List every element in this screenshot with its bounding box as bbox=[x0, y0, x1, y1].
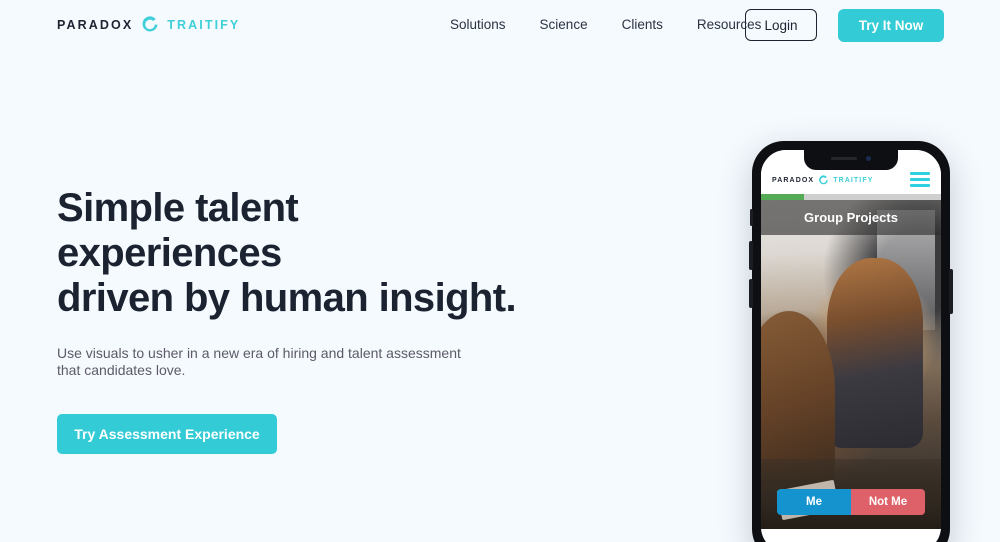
phone-brand-traitify-text: TRAITIFY bbox=[833, 177, 874, 184]
slide-title-bar: Group Projects bbox=[761, 200, 941, 235]
nav-item-solutions[interactable]: Solutions bbox=[450, 17, 506, 32]
phone-screen: PARADOX TRAITIFY Group Projects Me Not M… bbox=[761, 150, 941, 542]
try-assessment-experience-button[interactable]: Try Assessment Experience bbox=[57, 414, 277, 454]
brand-traitify-text: TRAITIFY bbox=[167, 18, 241, 32]
phone-brand-paradox-text: PARADOX bbox=[772, 177, 815, 184]
brand-logo[interactable]: PARADOX TRAITIFY bbox=[57, 14, 240, 36]
hero-section: Simple talent experiences driven by huma… bbox=[57, 186, 527, 454]
answer-buttons: Me Not Me bbox=[777, 489, 925, 515]
nav-item-science[interactable]: Science bbox=[540, 17, 588, 32]
hamburger-bar-1 bbox=[910, 172, 930, 175]
phone-brand-logo: PARADOX TRAITIFY bbox=[772, 174, 873, 187]
phone-speaker-icon bbox=[831, 156, 857, 161]
slide-photo bbox=[761, 200, 941, 529]
traitify-ring-icon-svg bbox=[142, 16, 158, 32]
try-it-now-button[interactable]: Try It Now bbox=[838, 9, 944, 42]
phone-volume-up-button bbox=[749, 241, 753, 270]
hero-title-line-2: driven by human insight. bbox=[57, 276, 517, 320]
page-title: Simple talent experiences driven by huma… bbox=[57, 186, 527, 321]
phone-silence-switch bbox=[750, 209, 753, 226]
assessment-slide: Group Projects Me Not Me bbox=[761, 200, 941, 529]
main-navigation: Solutions Science Clients Resources bbox=[450, 17, 761, 32]
slide-title: Group Projects bbox=[804, 210, 898, 225]
site-header: PARADOX TRAITIFY Solutions Science Clien… bbox=[0, 0, 1000, 52]
phone-traitify-ring-icon bbox=[814, 174, 833, 187]
nav-item-clients[interactable]: Clients bbox=[622, 17, 663, 32]
photo-person-right bbox=[827, 258, 923, 448]
hero-title-line-1: Simple talent experiences bbox=[57, 186, 299, 275]
phone-mockup: PARADOX TRAITIFY Group Projects Me Not M… bbox=[749, 141, 953, 542]
phone-notch bbox=[804, 150, 898, 170]
hamburger-bar-3 bbox=[910, 184, 930, 187]
answer-me-button[interactable]: Me bbox=[777, 489, 851, 515]
brand-paradox-text: PARADOX bbox=[57, 18, 134, 32]
login-button[interactable]: Login bbox=[745, 9, 817, 41]
answer-not-me-button[interactable]: Not Me bbox=[851, 489, 925, 515]
phone-volume-down-button bbox=[749, 279, 753, 308]
hamburger-menu-icon[interactable] bbox=[910, 172, 930, 187]
hero-subtitle: Use visuals to usher in a new era of hir… bbox=[57, 345, 461, 378]
phone-camera-icon bbox=[866, 156, 871, 161]
traitify-ring-icon bbox=[133, 14, 167, 36]
phone-power-button bbox=[949, 269, 953, 314]
hamburger-bar-2 bbox=[910, 178, 930, 181]
phone-traitify-ring-icon-svg bbox=[819, 175, 829, 185]
